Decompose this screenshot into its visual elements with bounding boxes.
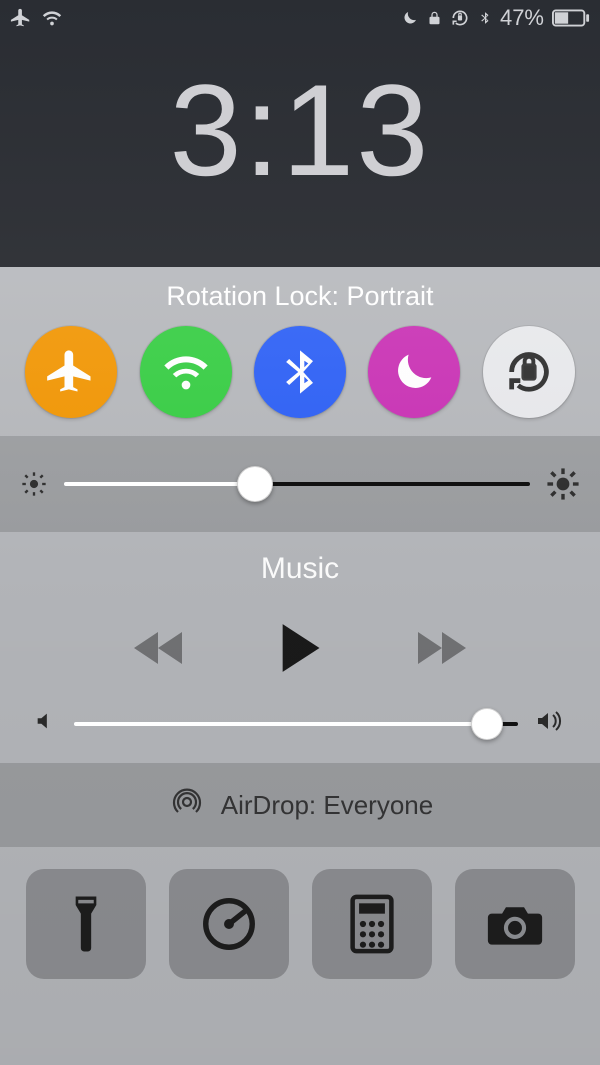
timer-button[interactable] — [169, 869, 289, 979]
calculator-button[interactable] — [312, 869, 432, 979]
airdrop-label: AirDrop: Everyone — [221, 790, 433, 821]
fast-forward-button[interactable] — [414, 628, 470, 668]
brightness-low-icon — [20, 470, 48, 498]
do-not-disturb-toggle[interactable] — [368, 326, 460, 418]
lock-icon — [427, 9, 442, 27]
camera-icon — [484, 893, 546, 955]
rewind-button[interactable] — [130, 628, 186, 668]
play-button[interactable] — [276, 622, 324, 674]
wifi-toggle[interactable] — [140, 326, 232, 418]
battery-icon — [552, 9, 590, 27]
media-section: Music — [0, 532, 600, 763]
lockscreen-time: 3:13 — [0, 55, 600, 205]
brightness-high-icon — [546, 467, 580, 501]
airplane-icon — [10, 7, 32, 29]
volume-slider[interactable] — [74, 722, 518, 726]
volume-high-icon — [536, 708, 566, 739]
rotation-lock-toggle[interactable] — [483, 326, 575, 418]
volume-slider-thumb[interactable] — [471, 708, 503, 740]
wifi-icon — [40, 7, 64, 29]
brightness-slider[interactable] — [64, 482, 530, 486]
moon-icon — [388, 346, 440, 398]
brightness-slider-thumb[interactable] — [237, 466, 273, 502]
wifi-icon — [160, 346, 212, 398]
control-center-subtitle: Rotation Lock: Portrait — [0, 267, 600, 312]
volume-low-icon — [34, 709, 56, 738]
brightness-slider-row — [0, 436, 600, 532]
calculator-icon — [341, 893, 403, 955]
flashlight-button[interactable] — [26, 869, 146, 979]
camera-button[interactable] — [455, 869, 575, 979]
media-title: Music — [34, 552, 566, 586]
rotation-lock-icon — [503, 346, 555, 398]
bluetooth-toggle[interactable] — [254, 326, 346, 418]
quick-launch-row — [0, 847, 600, 979]
airdrop-row[interactable]: AirDrop: Everyone — [0, 763, 600, 847]
airplane-icon — [45, 346, 97, 398]
flashlight-icon — [55, 893, 117, 955]
toggle-row — [0, 312, 600, 436]
airplane-mode-toggle[interactable] — [25, 326, 117, 418]
battery-percent: 47% — [500, 5, 544, 31]
timer-icon — [198, 893, 260, 955]
airdrop-icon — [167, 782, 207, 829]
bluetooth-icon — [478, 8, 492, 28]
rotation-lock-status-icon — [450, 8, 470, 28]
status-bar: 47% — [0, 0, 600, 36]
moon-icon — [401, 9, 419, 27]
control-center-panel: Rotation Lock: Portrait — [0, 267, 600, 1065]
bluetooth-icon — [274, 346, 326, 398]
